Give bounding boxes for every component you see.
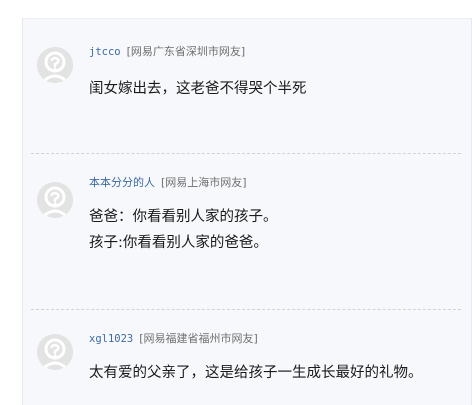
avatar-glyph [37,182,73,218]
comment-meta: 本本分分的人 [网易上海市网友] [89,176,247,190]
comment-username[interactable]: 本本分分的人 [89,176,155,189]
default-avatar-icon[interactable] [37,182,73,218]
comment-text: 爸爸：你看看别人家的孩子。 孩子:你看看别人家的爸爸。 [89,204,278,256]
comment-meta: xgl1023 [网易福建省福州市网友] [89,332,258,346]
default-avatar-icon[interactable] [37,334,73,370]
comment-text: 闺女嫁出去，这老爸不得哭个半死 [89,76,307,102]
comment-line: 太有爱的父亲了，这是给孩子一生成长最好的礼物。 [89,365,423,381]
comment-username[interactable]: xgl1023 [89,333,133,345]
comment-line: 闺女嫁出去，这老爸不得哭个半死 [89,81,307,97]
comment-source: [网易上海市网友] [161,176,247,189]
comment-item: jtcco [网易广东省深圳市网友] 闺女嫁出去，这老爸不得哭个半死 [23,19,471,153]
screenshot-stage: jtcco [网易广东省深圳市网友] 闺女嫁出去，这老爸不得哭个半死 本本分分的人… [0,0,472,405]
avatar-glyph [37,334,73,370]
avatar-glyph [37,47,73,83]
comment-line: 孩子:你看看别人家的爸爸。 [89,235,268,251]
comment-line: 爸爸：你看看别人家的孩子。 [89,209,278,225]
default-avatar-icon[interactable] [37,47,73,83]
comment-meta: jtcco [网易广东省深圳市网友] [89,45,245,59]
comment-text: 太有爱的父亲了，这是给孩子一生成长最好的礼物。 [89,360,423,386]
comment-source: [网易广东省深圳市网友] [126,45,246,58]
comment-username[interactable]: jtcco [89,46,121,58]
comment-item: xgl1023 [网易福建省福州市网友] 太有爱的父亲了，这是给孩子一生成长最好的… [23,310,471,405]
comment-item: 本本分分的人 [网易上海市网友] 爸爸：你看看别人家的孩子。 孩子:你看看别人家的… [23,154,471,309]
comment-source: [网易福建省福州市网友] [139,332,258,345]
comment-list: jtcco [网易广东省深圳市网友] 闺女嫁出去，这老爸不得哭个半死 本本分分的人… [22,18,472,405]
